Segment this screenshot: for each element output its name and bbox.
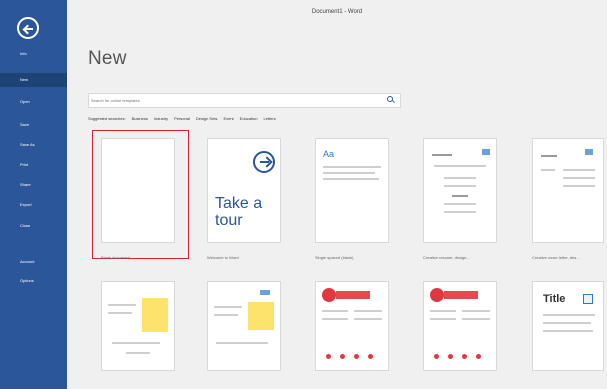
text-line bbox=[112, 342, 160, 344]
sidebar-item-close[interactable]: Close bbox=[0, 219, 67, 233]
red-dot bbox=[368, 354, 373, 359]
selection-highlight bbox=[92, 130, 189, 259]
category-link-letters[interactable]: Letters bbox=[263, 116, 275, 124]
sidebar-item-share[interactable]: Share bbox=[0, 178, 67, 192]
red-header-bar bbox=[444, 291, 478, 299]
red-circle-accent bbox=[430, 288, 444, 302]
template-tile[interactable] bbox=[101, 281, 175, 371]
category-link-design-sets[interactable]: Design Sets bbox=[196, 116, 218, 124]
arrow-right-icon bbox=[253, 151, 275, 173]
text-line bbox=[432, 154, 452, 156]
yellow-accent-block bbox=[248, 302, 274, 330]
text-line bbox=[323, 172, 375, 174]
yellow-accent-block bbox=[142, 298, 168, 332]
text-line bbox=[452, 195, 468, 197]
text-line bbox=[430, 310, 456, 312]
text-line bbox=[434, 165, 486, 167]
sidebar-item-options[interactable]: Options bbox=[0, 274, 67, 288]
category-link-event[interactable]: Event bbox=[223, 116, 233, 124]
template-creative-resume[interactable] bbox=[423, 138, 497, 243]
template-search-input[interactable] bbox=[91, 95, 381, 106]
back-arrow-icon[interactable] bbox=[17, 17, 39, 39]
aa-sample-text: Aa bbox=[323, 149, 335, 159]
template-caption: Creative resume, design... bbox=[423, 255, 470, 260]
search-icon[interactable] bbox=[387, 96, 395, 104]
window-title: Document1 - Word bbox=[311, 9, 363, 15]
red-circle-accent bbox=[322, 288, 336, 302]
template-caption: Blank document bbox=[101, 255, 130, 260]
sidebar-item-info[interactable]: Info bbox=[0, 47, 67, 61]
title-sample-text: Title bbox=[543, 293, 566, 305]
template-tile[interactable] bbox=[423, 281, 497, 371]
category-link-personal[interactable]: Personal bbox=[174, 116, 190, 124]
accent-block bbox=[482, 149, 490, 155]
page-title: New bbox=[88, 48, 127, 69]
template-tile[interactable] bbox=[315, 281, 389, 371]
text-line bbox=[563, 169, 595, 171]
text-line bbox=[543, 330, 593, 332]
template-title[interactable]: Title bbox=[532, 281, 604, 371]
sidebar-item-open[interactable]: Open bbox=[0, 95, 67, 109]
suggested-searches: Suggested searches: Business Industry Pe… bbox=[88, 116, 276, 124]
category-link-industry[interactable]: Industry bbox=[154, 116, 168, 124]
text-line bbox=[323, 178, 379, 180]
text-line bbox=[354, 318, 382, 320]
text-line bbox=[322, 318, 348, 320]
sidebar-item-save-as[interactable]: Save As bbox=[0, 138, 67, 152]
category-link-education[interactable]: Education bbox=[240, 116, 258, 124]
template-caption: Creative cover letter, des... bbox=[532, 255, 580, 260]
text-line bbox=[323, 166, 381, 168]
text-line bbox=[214, 314, 238, 316]
red-dot bbox=[340, 354, 345, 359]
text-line bbox=[430, 318, 456, 320]
text-line bbox=[322, 310, 348, 312]
text-line bbox=[563, 185, 595, 187]
text-line bbox=[563, 177, 595, 179]
document-icon bbox=[583, 294, 593, 304]
red-dot bbox=[434, 354, 439, 359]
tour-text: Take a tour bbox=[215, 195, 263, 229]
text-line bbox=[214, 306, 242, 308]
text-line bbox=[543, 314, 595, 316]
backstage-sidebar: Info New Open Save Save As Print Share E… bbox=[0, 0, 67, 389]
text-line bbox=[541, 155, 557, 157]
text-line bbox=[543, 322, 591, 324]
red-dot bbox=[476, 354, 481, 359]
sidebar-item-account[interactable]: Account bbox=[0, 255, 67, 269]
template-creative-cover-letter[interactable] bbox=[532, 138, 604, 243]
text-line bbox=[126, 352, 150, 354]
text-line bbox=[444, 211, 476, 213]
template-tile[interactable] bbox=[207, 281, 281, 371]
accent-block bbox=[260, 290, 270, 295]
suggested-searches-label: Suggested searches: bbox=[88, 116, 126, 121]
text-line bbox=[444, 203, 476, 205]
template-single-spaced[interactable]: Aa bbox=[315, 138, 389, 243]
text-line bbox=[462, 310, 490, 312]
accent-block bbox=[585, 149, 593, 155]
text-line bbox=[108, 312, 132, 314]
template-welcome-to-word[interactable]: Take a tour bbox=[207, 138, 281, 243]
text-line bbox=[216, 342, 268, 344]
text-line bbox=[444, 177, 476, 179]
text-line bbox=[541, 169, 555, 171]
sidebar-item-print[interactable]: Print bbox=[0, 158, 67, 172]
template-caption: Single spaced (blank) bbox=[315, 255, 354, 260]
sidebar-item-save[interactable]: Save bbox=[0, 118, 67, 132]
category-link-business[interactable]: Business bbox=[132, 116, 148, 124]
text-line bbox=[108, 304, 136, 306]
sidebar-item-export[interactable]: Export bbox=[0, 198, 67, 212]
red-dot bbox=[326, 354, 331, 359]
text-line bbox=[462, 318, 490, 320]
red-dot bbox=[448, 354, 453, 359]
red-dot bbox=[354, 354, 359, 359]
red-header-bar bbox=[336, 291, 370, 299]
template-search bbox=[88, 93, 401, 108]
text-line bbox=[444, 185, 476, 187]
template-caption: Welcome to Word bbox=[207, 255, 239, 260]
red-dot bbox=[462, 354, 467, 359]
text-line bbox=[354, 310, 382, 312]
sidebar-item-new[interactable]: New bbox=[0, 73, 67, 87]
